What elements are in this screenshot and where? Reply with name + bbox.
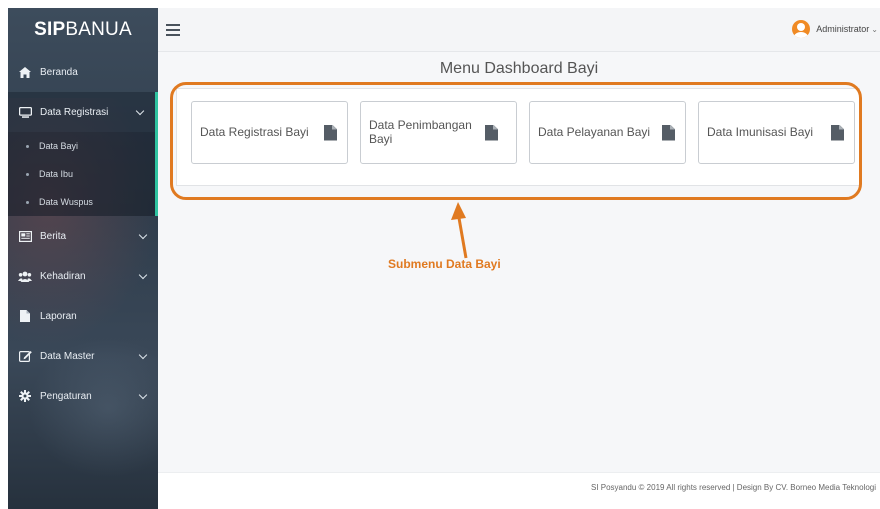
sidebar-item-data-registrasi[interactable]: Data Registrasi xyxy=(8,92,158,132)
file-icon xyxy=(662,125,675,141)
file-icon xyxy=(324,125,337,141)
sidebar-subitem-label: Data Wuspus xyxy=(39,197,93,207)
user-name: Administrator xyxy=(816,24,870,34)
footer-text: SI Posyandu © 2019 All rights reserved |… xyxy=(158,472,880,509)
users-icon xyxy=(18,270,32,282)
chevron-down-icon[interactable] xyxy=(138,390,148,400)
card-label: Data Pelayanan Bayi xyxy=(538,124,651,139)
sidebar-item-label: Data Master xyxy=(40,350,95,362)
sidebar-subitem-label: Data Bayi xyxy=(39,141,79,151)
sidebar-item-laporan[interactable]: Laporan xyxy=(8,296,158,336)
annotation-label: Submenu Data Bayi xyxy=(388,257,501,271)
sidebar-item-data-master[interactable]: Data Master xyxy=(8,336,158,376)
card-label: Data Registrasi Bayi xyxy=(200,124,309,139)
sidebar-item-label: Kehadiran xyxy=(40,270,86,282)
chevron-down-icon[interactable] xyxy=(138,350,148,360)
chevron-down-icon[interactable] xyxy=(138,270,148,280)
bullet-icon xyxy=(26,144,29,148)
brand-logo[interactable]: SIPBANUA xyxy=(8,8,158,52)
sidebar-item-kehadiran[interactable]: Kehadiran xyxy=(8,256,158,296)
card-data-penimbangan-bayi[interactable]: Data Penimbangan Bayi xyxy=(360,101,517,164)
submenu-data-registrasi: Data Bayi Data Ibu Data Wuspus xyxy=(8,132,158,216)
sidebar-item-label: Pengaturan xyxy=(40,390,92,402)
edit-icon xyxy=(18,350,32,362)
card-data-pelayanan-bayi[interactable]: Data Pelayanan Bayi xyxy=(529,101,686,164)
bullet-icon xyxy=(26,200,29,204)
main-content: Menu Dashboard Bayi Data Registrasi Bayi… xyxy=(158,52,880,472)
sidebar-menu: Beranda Data Registrasi Data Bayi Data I… xyxy=(8,52,158,416)
sidebar-item-label: Laporan xyxy=(40,310,77,322)
file-icon xyxy=(831,125,844,141)
card-data-imunisasi-bayi[interactable]: Data Imunisasi Bayi xyxy=(698,101,855,164)
sidebar-subitem-data-wuspus[interactable]: Data Wuspus xyxy=(8,188,155,216)
sidebar-item-berita[interactable]: Berita xyxy=(8,216,158,256)
gear-icon xyxy=(18,390,32,402)
chevron-down-icon[interactable] xyxy=(138,230,148,240)
page-title: Menu Dashboard Bayi xyxy=(439,60,599,77)
file-icon xyxy=(18,310,32,322)
brand-rest: BANUA xyxy=(65,19,132,40)
annotation-arrow-icon xyxy=(451,202,468,259)
sidebar-subitem-data-bayi[interactable]: Data Bayi xyxy=(8,132,155,160)
monitor-icon xyxy=(18,106,32,118)
sidebar: SIPBANUA Beranda Data Registrasi Data Ba… xyxy=(8,8,158,509)
bullet-icon xyxy=(26,172,29,176)
sidebar-subitem-label: Data Ibu xyxy=(39,169,74,179)
avatar xyxy=(792,20,811,38)
chevron-down-icon: ⌄ xyxy=(871,24,878,34)
home-icon xyxy=(18,66,32,78)
sidebar-item-label: Beranda xyxy=(40,66,78,78)
sidebar-item-label: Berita xyxy=(40,230,67,242)
sidebar-item-pengaturan[interactable]: Pengaturan xyxy=(8,376,158,416)
card-label: Data Penimbangan Bayi xyxy=(369,117,472,146)
brand-bold: SIP xyxy=(34,19,66,40)
user-menu[interactable]: Administrator ⌄ xyxy=(792,20,878,38)
sidebar-item-beranda[interactable]: Beranda xyxy=(8,52,158,92)
chevron-down-icon[interactable] xyxy=(135,106,145,116)
file-icon xyxy=(485,125,498,141)
menu-panel: Data Registrasi Bayi Data Penimbangan Ba… xyxy=(176,88,860,186)
card-label: Data Imunisasi Bayi xyxy=(707,124,814,139)
hamburger-menu-icon[interactable] xyxy=(166,24,180,36)
top-navbar: Administrator ⌄ xyxy=(158,8,880,52)
newspaper-icon xyxy=(18,230,32,242)
sidebar-subitem-data-ibu[interactable]: Data Ibu xyxy=(8,160,155,188)
sidebar-item-label: Data Registrasi xyxy=(40,106,109,118)
card-data-registrasi-bayi[interactable]: Data Registrasi Bayi xyxy=(191,101,348,164)
